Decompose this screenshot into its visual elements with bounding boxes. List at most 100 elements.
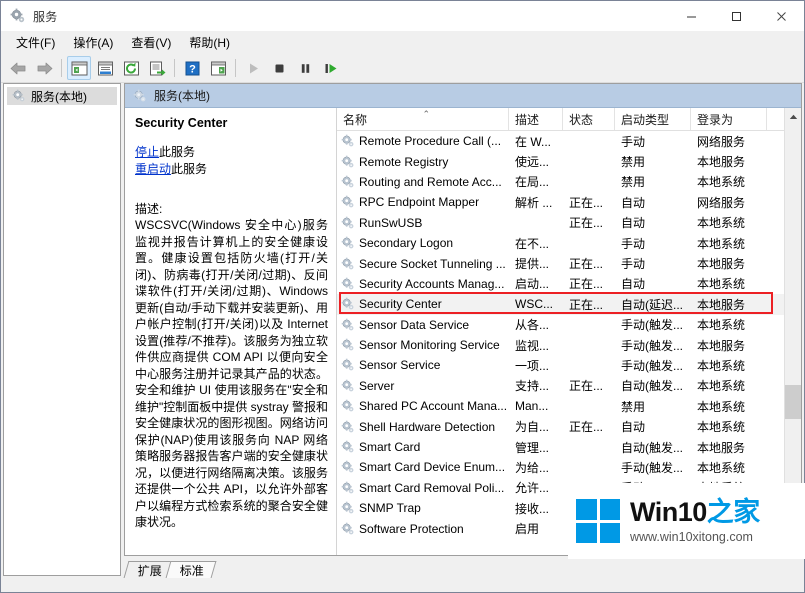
table-row[interactable]: Security Center WSC... 正在... 自动(延迟... 本地服务 [337,294,784,315]
table-row[interactable]: RunSwUSB 正在... 自动 本地系统 [337,213,784,233]
minimize-button[interactable] [669,1,714,31]
tree-item-label: 服务(本地) [31,89,87,104]
cell-description: 解析 ... [515,195,553,210]
column-header-name[interactable]: 名称 ⌃ [337,108,509,130]
cell-startup: 手动(触发... [621,338,683,353]
column-header-description[interactable]: 描述 [509,108,563,130]
table-row[interactable]: Shell Hardware Detection 为自... 正在... 自动 本地系统 [337,416,784,436]
help-icon[interactable]: ? [180,56,204,80]
service-detail-panel: Security Center 停止此服务 重启动此服务 描述: WSCSVC(… [125,108,337,555]
right-pane: 服务(本地) Security Center 停止此服务 重启动此服务 描述: … [123,83,805,578]
table-row[interactable]: Routing and Remote Acc... 在局... 禁用 本地系统 [337,172,784,192]
pause-service-icon[interactable] [293,56,317,80]
properties-icon[interactable] [93,56,117,80]
restart-service-icon[interactable] [319,56,343,80]
stop-service-link[interactable]: 停止 [135,145,159,159]
service-name: Routing and Remote Acc... [359,174,502,189]
services-window: 服务 文件(F) 操作(A) 查看(V) 帮助(H) ? 服务(本地) 服务(本… [0,0,805,593]
restart-service-link[interactable]: 重启动 [135,162,171,176]
forward-icon[interactable] [32,56,56,80]
service-name: Remote Procedure Call (... [359,134,502,149]
scrollbar-thumb[interactable] [785,385,801,420]
cell-description: 使远... [515,155,550,170]
table-row[interactable]: Remote Procedure Call (... 在 W... 手动 网络服务 [337,131,784,151]
status-bar [1,578,804,592]
cell-status: 正在... [569,379,604,394]
menu-view[interactable]: 查看(V) [122,31,180,54]
menu-file[interactable]: 文件(F) [7,31,64,54]
stop-service-suffix: 此服务 [159,145,196,159]
cell-name: RPC Endpoint Mapper [337,195,509,209]
column-header-label: 状态 [569,113,594,127]
table-row[interactable]: Smart Card Device Enum... 为给... 手动(触发... 本地… [337,457,784,477]
maximize-button[interactable] [714,1,759,31]
description-label: 描述: [135,202,163,216]
back-icon[interactable] [6,56,30,80]
table-row[interactable]: Security Accounts Manag... 启动... 正在... 自动 本地… [337,274,784,294]
export-list-icon[interactable] [145,56,169,80]
menu-action[interactable]: 操作(A) [64,31,122,54]
close-button[interactable] [759,1,804,31]
column-header-logon[interactable]: 登录为 [691,108,767,130]
tab-standard[interactable]: 标准 [165,561,217,578]
cell-startup: 自动(延迟... [621,297,683,312]
cell-description: 允许... [515,481,550,496]
tab-standard-label: 标准 [179,563,204,578]
cell-name: SNMP Trap [337,501,509,515]
tree-item-services-local[interactable]: 服务(本地) [7,87,117,105]
table-row[interactable]: Smart Card 管理... 自动(触发... 本地服务 [337,437,784,457]
table-row[interactable]: Remote Registry 使远... 禁用 本地服务 [337,151,784,171]
gear-icon [341,298,354,310]
toolbar: ? [1,54,804,83]
restart-service-line: 重启动此服务 [135,161,328,178]
gear-icon [341,318,354,331]
cell-name: Secure Socket Tunneling ... [337,257,509,271]
cell-description: 支持... [515,379,550,394]
cell-startup: 手动(触发... [621,460,683,475]
cell-logon: 本地系统 [697,236,746,251]
cell-status: 正在... [569,420,604,435]
gear-icon [341,501,354,514]
show-hide-tree-icon[interactable] [67,56,91,80]
watermark-url: www.win10xitong.com [630,529,753,544]
gear-icon [341,461,354,473]
cell-logon: 本地系统 [697,216,746,231]
gear-icon [341,379,354,392]
refresh-icon[interactable] [119,56,143,80]
service-name: Sensor Monitoring Service [359,338,500,353]
services-gear-icon [10,8,26,24]
stop-service-icon[interactable] [267,56,291,80]
cell-name: Remote Procedure Call (... [337,134,509,148]
cell-name: Secondary Logon [337,236,509,250]
scrollbar-track[interactable] [785,125,801,538]
cell-startup: 手动 [621,134,646,149]
table-row[interactable]: Sensor Monitoring Service 监视... 手动(触发... 本地… [337,335,784,355]
pane-header: 服务(本地) [125,84,801,108]
table-row[interactable]: Secure Socket Tunneling ... 提供... 正在... 手动 本… [337,253,784,273]
table-row[interactable]: Server 支持... 正在... 自动(触发... 本地系统 [337,376,784,396]
cell-name: Smart Card [337,440,509,454]
column-header-startup[interactable]: 启动类型 [615,108,691,130]
show-action-pane-icon[interactable] [206,56,230,80]
table-row[interactable]: Sensor Service 一项... 手动(触发... 本地系统 [337,355,784,375]
table-row[interactable]: Shared PC Account Mana... Man... 禁用 本地系统 [337,396,784,416]
gear-icon [341,399,354,412]
gear-icon [341,420,354,433]
table-row[interactable]: Secondary Logon 在不... 手动 本地系统 [337,233,784,253]
toolbar-separator-3 [235,59,236,77]
column-header-status[interactable]: 状态 [563,108,615,130]
cell-startup: 禁用 [621,399,646,414]
gear-icon [341,236,354,249]
cell-description: Man... [515,399,549,414]
start-service-icon[interactable] [241,56,265,80]
service-name: RPC Endpoint Mapper [359,195,480,210]
cell-logon: 本地系统 [697,399,746,414]
cell-description: WSC... [515,297,553,312]
window-controls [669,1,804,31]
scroll-up-icon[interactable] [785,108,801,125]
cell-logon: 本地系统 [697,175,746,190]
table-row[interactable]: Sensor Data Service 从各... 手动(触发... 本地系统 [337,315,784,335]
menu-help[interactable]: 帮助(H) [180,31,239,54]
table-row[interactable]: RPC Endpoint Mapper 解析 ... 正在... 自动 网络服务 [337,192,784,212]
gear-icon [341,440,354,453]
